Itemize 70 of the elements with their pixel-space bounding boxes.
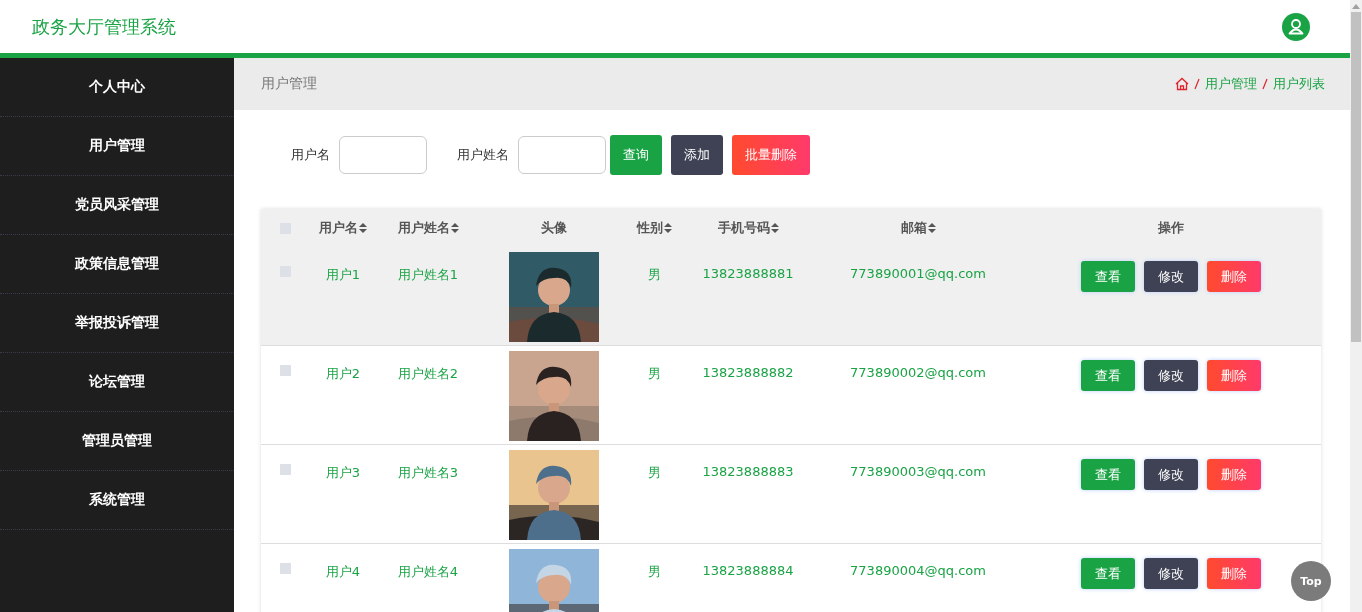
- table-cell: 男: [647, 563, 661, 581]
- field-label: 用户姓名: [457, 146, 509, 164]
- table-cell: 13823888881: [702, 266, 794, 281]
- table-cell: 13823888883: [702, 464, 794, 479]
- column-header[interactable]: 操作: [1157, 219, 1184, 237]
- page-title: 用户管理: [261, 75, 317, 93]
- row-action-button[interactable]: 修改: [1143, 459, 1198, 490]
- table-cell: 用户姓名4: [397, 563, 459, 581]
- row-action-button[interactable]: 删除: [1206, 558, 1261, 589]
- input-field[interactable]: [518, 136, 606, 174]
- table-cell: 用户3: [325, 464, 361, 482]
- row-action-button[interactable]: 删除: [1206, 261, 1261, 292]
- table-cell: 13823888884: [702, 563, 794, 578]
- row-action-button[interactable]: 删除: [1206, 459, 1261, 490]
- row-action-button[interactable]: 修改: [1143, 360, 1198, 391]
- table-cell: 用户姓名3: [397, 464, 459, 482]
- checkbox[interactable]: [280, 365, 291, 376]
- checkbox[interactable]: [280, 563, 291, 574]
- checkbox[interactable]: [280, 464, 291, 475]
- table-cell: 用户1: [325, 266, 361, 284]
- column-header[interactable]: 手机号码: [717, 219, 779, 237]
- column-header[interactable]: 用户名: [319, 219, 367, 237]
- table-cell: 用户姓名2: [397, 365, 459, 383]
- table-cell: 773890003@qq.com: [850, 464, 986, 479]
- sidebar-item[interactable]: 管理员管理: [0, 412, 234, 471]
- sidebar-item[interactable]: 政策信息管理: [0, 235, 234, 294]
- sort-icon[interactable]: [927, 222, 936, 234]
- sidebar-item[interactable]: 党员风采管理: [0, 176, 234, 235]
- table-cell: 男: [647, 266, 661, 284]
- input-field[interactable]: [339, 136, 427, 174]
- scroll-up-arrow-icon[interactable]: [1352, 3, 1360, 9]
- column-header[interactable]: 性别: [636, 219, 672, 237]
- table-cell: 773890001@qq.com: [850, 266, 986, 281]
- separator-icon: [1194, 77, 1200, 91]
- field-label: 用户名: [291, 146, 330, 164]
- sidebar-item[interactable]: 论坛管理: [0, 353, 234, 412]
- row-action-button[interactable]: 查看: [1080, 261, 1135, 292]
- row-action-button[interactable]: 修改: [1143, 558, 1198, 589]
- table-cell: 用户姓名1: [397, 266, 459, 284]
- column-header[interactable]: 邮箱: [900, 219, 936, 237]
- table-cell: 用户4: [325, 563, 361, 581]
- separator-icon: [1262, 77, 1268, 91]
- table-cell: 用户2: [325, 365, 361, 383]
- action-button[interactable]: 批量删除: [732, 135, 810, 175]
- scrollbar[interactable]: [1350, 0, 1362, 612]
- table-cell: 13823888882: [702, 365, 794, 380]
- sidebar-item[interactable]: 用户管理: [0, 117, 234, 176]
- row-action-button[interactable]: 删除: [1206, 360, 1261, 391]
- table-cell: 773890002@qq.com: [850, 365, 986, 380]
- action-button[interactable]: 添加: [671, 135, 723, 175]
- sort-icon[interactable]: [663, 222, 672, 234]
- sort-icon[interactable]: [359, 222, 367, 234]
- row-action-button[interactable]: 查看: [1080, 360, 1135, 391]
- sort-icon[interactable]: [450, 222, 459, 234]
- app-title: 政务大厅管理系统: [32, 14, 176, 39]
- home-icon[interactable]: [1175, 77, 1189, 91]
- table-cell: 男: [647, 365, 661, 383]
- sidebar-item[interactable]: 举报投诉管理: [0, 294, 234, 353]
- row-action-button[interactable]: 修改: [1143, 261, 1198, 292]
- sort-icon[interactable]: [770, 222, 779, 234]
- action-button[interactable]: 查询: [610, 135, 662, 175]
- table-cell: 男: [647, 464, 661, 482]
- back-to-top-button[interactable]: Top: [1291, 561, 1331, 601]
- row-action-button[interactable]: 查看: [1080, 459, 1135, 490]
- row-action-button[interactable]: 查看: [1080, 558, 1135, 589]
- sidebar-item[interactable]: 系统管理: [0, 471, 234, 530]
- column-header[interactable]: 用户姓名: [397, 219, 459, 237]
- user-avatar-icon[interactable]: [1282, 12, 1310, 41]
- column-header[interactable]: 头像: [541, 219, 567, 237]
- table-cell: 773890004@qq.com: [850, 563, 986, 578]
